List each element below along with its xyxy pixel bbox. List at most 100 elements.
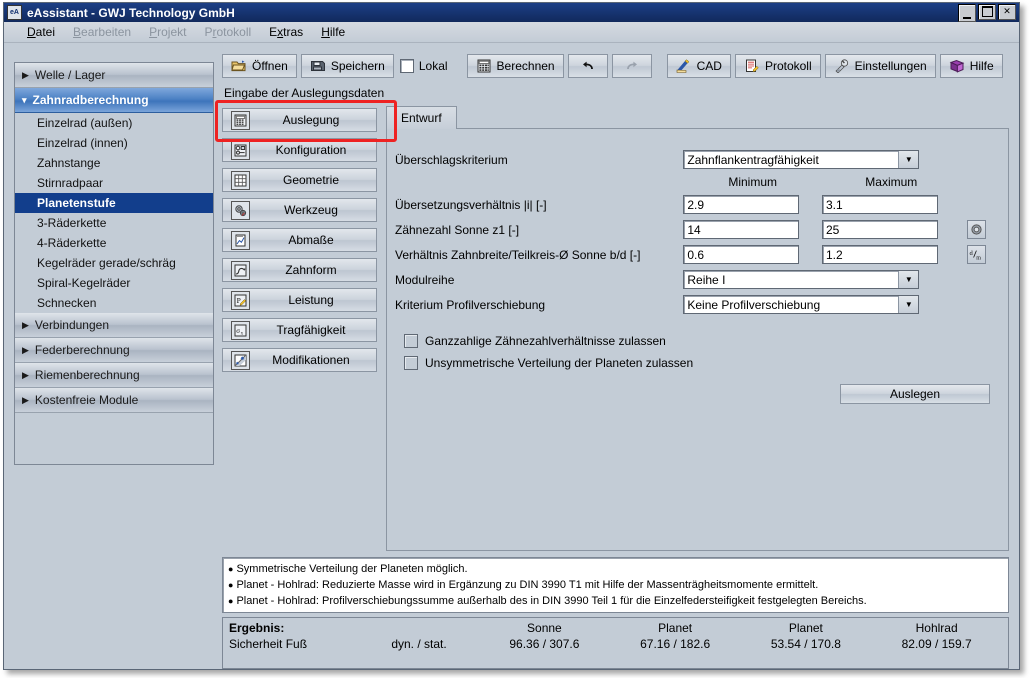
menu-item-extras[interactable]: Extras: [260, 23, 312, 41]
sidebar-item-einzelrad-aussen[interactable]: Einzelrad (außen): [15, 113, 213, 133]
sidebar-item-stirnradpaar[interactable]: Stirnradpaar: [15, 173, 213, 193]
profilverschiebung-select[interactable]: Keine Profilverschiebung ▼: [683, 295, 919, 314]
chevron-down-icon[interactable]: ▼: [898, 296, 918, 313]
results-title: Ergebnis:: [229, 620, 359, 636]
nav-button-konfiguration[interactable]: Konfiguration: [222, 138, 377, 162]
tab-bar: Entwurf: [386, 105, 1009, 129]
field-label: Modulreihe: [395, 267, 683, 292]
undo-icon: [580, 59, 596, 73]
zaehnezahl-max-input[interactable]: 25: [822, 220, 938, 239]
message-item: ●Planet - Hohlrad: Reduzierte Masse wird…: [228, 577, 1003, 593]
svg-text:P: P: [237, 296, 241, 305]
uebersetzung-max-input[interactable]: 3.1: [822, 195, 938, 214]
modifications-icon: [231, 351, 250, 370]
sidebar-item-planetenstufe[interactable]: Planetenstufe: [15, 193, 213, 213]
message-text: Planet - Hohlrad: Reduzierte Masse wird …: [236, 579, 818, 591]
bd-max-input[interactable]: 1.2: [822, 245, 938, 264]
auslegen-button[interactable]: Auslegen: [840, 384, 990, 404]
sidebar-item-4-raederkette[interactable]: 4-Räderkette: [15, 233, 213, 253]
sidebar-item-label: Kegelräder gerade/schräg: [37, 256, 176, 270]
field-label: Überschlagskriterium: [395, 147, 683, 172]
help-label: Hilfe: [970, 59, 994, 73]
sidebar-item-3-raederkette[interactable]: 3-Räderkette: [15, 213, 213, 233]
form-row-ueberschlagskriterium: Überschlagskriterium Zahnflankentragfähi…: [395, 147, 990, 172]
local-label: Lokal: [419, 59, 448, 73]
app-icon: eA: [7, 5, 22, 20]
sidebar-group-label: Federberechnung: [35, 343, 130, 357]
chevron-right-icon: ▶: [22, 371, 29, 380]
nav-button-label: Auslegung: [260, 113, 376, 127]
nav-button-abmasse[interactable]: Abmaße: [222, 228, 377, 252]
results-header-planet-2: Planet: [741, 620, 872, 636]
chevron-right-icon: ▶: [22, 71, 29, 80]
sidebar-group-label: Welle / Lager: [35, 68, 105, 82]
svg-text:d: d: [969, 250, 973, 257]
bd-min-input[interactable]: 0.6: [683, 245, 799, 264]
menu-item-hilfe[interactable]: Hilfe: [312, 23, 354, 41]
design-form: Überschlagskriterium Zahnflankentragfähi…: [395, 147, 990, 317]
tab-entwurf[interactable]: Entwurf: [386, 106, 457, 129]
sidebar-item-einzelrad-innen[interactable]: Einzelrad (innen): [15, 133, 213, 153]
sidebar-item-label: Einzelrad (außen): [37, 116, 132, 130]
menu-item-protokoll[interactable]: Protokoll: [195, 23, 260, 41]
field-label: Übersetzungsverhältnis |i| [-]: [395, 192, 683, 217]
open-button[interactable]: Öffnen: [222, 54, 297, 78]
settings-label: Einstellungen: [855, 59, 927, 73]
form-row-uebersetzungsverhaeltnis: Übersetzungsverhältnis |i| [-] 2.9 3.1: [395, 192, 990, 217]
d-over-m-icon[interactable]: dm: [967, 245, 986, 264]
protocol-button[interactable]: Protokoll: [735, 54, 821, 78]
sidebar-group-riemenberechnung[interactable]: ▶ Riemenberechnung: [15, 363, 213, 388]
bullet-icon: ●: [228, 580, 233, 590]
sidebar-group-zahnradberechnung[interactable]: ▾ Zahnradberechnung: [15, 88, 213, 113]
results-header-row: Ergebnis: Sonne Planet Planet Hohlrad: [229, 620, 1002, 636]
nav-button-zahnform[interactable]: Zahnform: [222, 258, 377, 282]
close-icon[interactable]: ✕: [998, 4, 1016, 20]
undo-button[interactable]: [568, 54, 608, 78]
nav-button-modifikationen[interactable]: Modifikationen: [222, 348, 377, 372]
nav-button-tragfaehigkeit[interactable]: σx Tragfähigkeit: [222, 318, 377, 342]
gear-knob-icon[interactable]: [967, 220, 986, 239]
sidebar-group-kostenfreie-module[interactable]: ▶ Kostenfreie Module: [15, 388, 213, 413]
menu-item-bearbeiten[interactable]: Bearbeiten: [64, 23, 140, 41]
cad-button[interactable]: CAD: [667, 54, 731, 78]
select-value: Zahnflankentragfähigkeit: [684, 153, 898, 167]
ueberschlagskriterium-select[interactable]: Zahnflankentragfähigkeit ▼: [683, 150, 919, 169]
chevron-down-icon[interactable]: ▼: [898, 271, 918, 288]
menu-item-datei[interactable]: Datei: [18, 23, 64, 41]
calculate-button[interactable]: Berechnen: [467, 54, 564, 78]
form-panel: Entwurf Überschlagskriterium Zahnflanken…: [386, 105, 1009, 551]
checkbox-ganzzahlige[interactable]: Ganzzahlige Zähnezahlverhältnisse zulass…: [404, 334, 990, 348]
open-label: Öffnen: [252, 59, 288, 73]
nav-button-werkzeug[interactable]: Werkzeug: [222, 198, 377, 222]
maximize-icon[interactable]: [978, 4, 996, 20]
modulreihe-select[interactable]: Reihe I ▼: [683, 270, 919, 289]
sidebar-group-verbindungen[interactable]: ▶ Verbindungen: [15, 313, 213, 338]
menu-item-projekt[interactable]: Projekt: [140, 23, 195, 41]
sidebar-item-kegelraeder[interactable]: Kegelräder gerade/schräg: [15, 253, 213, 273]
nav-button-geometrie[interactable]: Geometrie: [222, 168, 377, 192]
sidebar-item-zahnstange[interactable]: Zahnstange: [15, 153, 213, 173]
chevron-right-icon: ▶: [22, 321, 29, 330]
message-text: Planet - Hohlrad: Profilverschiebungssum…: [236, 595, 866, 607]
uebersetzung-min-input[interactable]: 2.9: [683, 195, 799, 214]
save-button[interactable]: Speichern: [301, 54, 394, 78]
nav-button-auslegung[interactable]: Auslegung: [222, 108, 377, 132]
cad-label: CAD: [697, 59, 722, 73]
zaehnezahl-min-input[interactable]: 14: [683, 220, 799, 239]
minimize-icon[interactable]: [958, 4, 976, 22]
column-header-minimum: Minimum: [683, 172, 822, 192]
checkbox-label: Ganzzahlige Zähnezahlverhältnisse zulass…: [425, 334, 666, 348]
checkbox-unsymmetrische[interactable]: Unsymmetrische Verteilung der Planeten z…: [404, 356, 990, 370]
local-checkbox[interactable]: Lokal: [400, 59, 448, 73]
settings-button[interactable]: Einstellungen: [825, 54, 936, 78]
sidebar-item-schnecken[interactable]: Schnecken: [15, 293, 213, 313]
nav-button-leistung[interactable]: P Leistung: [222, 288, 377, 312]
help-button[interactable]: Hilfe: [940, 54, 1003, 78]
sidebar-item-spiral-kegelraeder[interactable]: Spiral-Kegelräder: [15, 273, 213, 293]
sidebar-group-welle-lager[interactable]: ▶ Welle / Lager: [15, 63, 213, 88]
nav-button-label: Konfiguration: [260, 143, 376, 157]
redo-button[interactable]: [612, 54, 652, 78]
form-row-modulreihe: Modulreihe Reihe I ▼: [395, 267, 990, 292]
sidebar-group-federberechnung[interactable]: ▶ Federberechnung: [15, 338, 213, 363]
chevron-down-icon[interactable]: ▼: [898, 151, 918, 168]
